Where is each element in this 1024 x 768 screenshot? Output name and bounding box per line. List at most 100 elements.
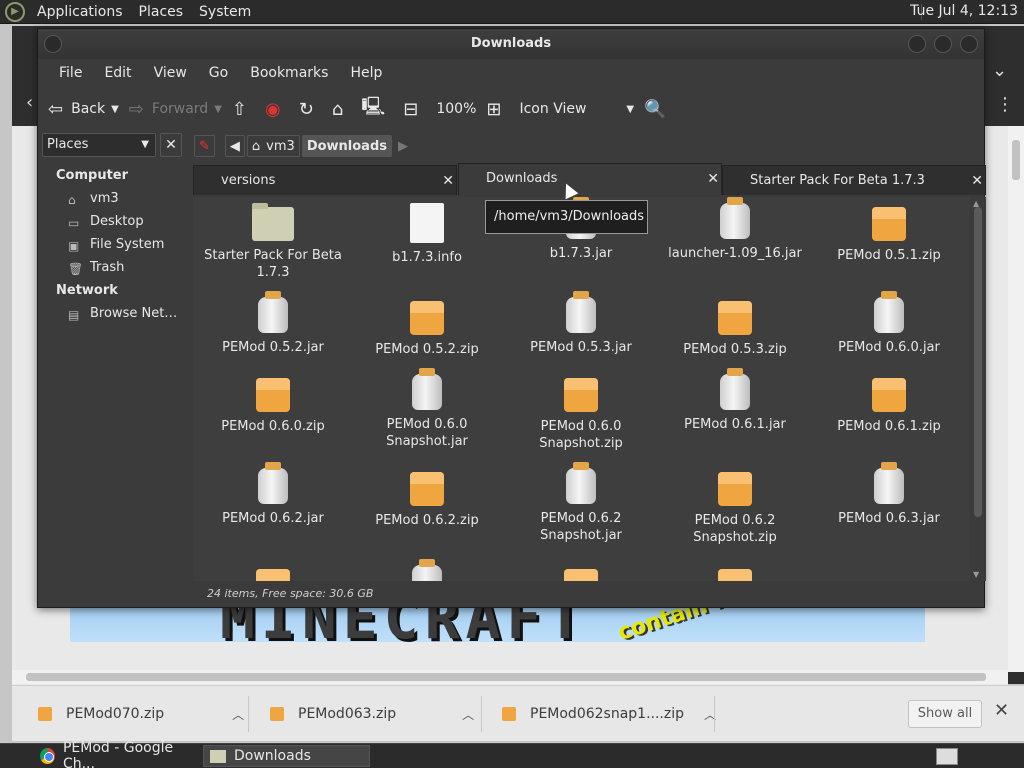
file-item-partial[interactable] [658, 569, 812, 581]
file-item[interactable]: b1.7.3.info [350, 203, 504, 266]
search-button[interactable]: 🔍 [644, 99, 674, 120]
clock[interactable]: Tue Jul 4, 12:13 [910, 3, 1018, 19]
file-item[interactable]: PEMod 0.6.0.zip [196, 378, 350, 435]
file-view-scroll-thumb[interactable] [974, 207, 982, 517]
file-item[interactable]: PEMod 0.5.2.zip [350, 301, 504, 358]
file-item[interactable]: PEMod 0.5.2.jar [196, 291, 350, 356]
menu-edit[interactable]: Edit [93, 65, 142, 81]
task-downloads[interactable]: Downloads [203, 745, 370, 767]
zip-archive-icon [410, 301, 444, 335]
browser-horizontal-scrollbar[interactable] [12, 670, 1008, 684]
file-item[interactable]: PEMod 0.6.0 Snapshot.jar [350, 368, 504, 450]
sidebar-type-selector[interactable]: Places ▼ [42, 133, 156, 157]
zip-archive-icon [256, 569, 290, 581]
tab-starter-pack[interactable]: Starter Pack For Beta 1.7.3 ✕ [722, 165, 986, 195]
file-view-scrollbar[interactable]: ▲ ▼ [970, 197, 986, 581]
download-chevron-up-icon[interactable]: ︿ [232, 706, 244, 723]
browser-vertical-scrollbar[interactable] [1008, 126, 1024, 672]
tab-close-icon[interactable]: ✕ [442, 166, 454, 196]
task-chrome[interactable]: PEMod - Google Ch... [34, 740, 200, 768]
sidebar-item-file-system[interactable]: ▣ File System [68, 237, 164, 253]
jar-icon [720, 197, 750, 239]
file-item-partial[interactable] [504, 569, 658, 581]
zoom-in-button[interactable]: ⊞ [486, 99, 509, 120]
maximize-button[interactable] [934, 35, 952, 53]
tab-close-icon[interactable]: ✕ [971, 166, 983, 196]
file-item[interactable]: PEMod 0.5.3.jar [504, 291, 658, 356]
browser-chevron-down-icon[interactable]: ⌄ [992, 60, 1007, 81]
download-item[interactable]: PEMod063.zip ︿ [270, 686, 474, 742]
tab-versions[interactable]: versions ✕ [193, 165, 457, 195]
file-item[interactable]: PEMod 0.6.2 Snapshot.zip [658, 472, 812, 546]
home-button[interactable]: ⌂ [332, 99, 351, 120]
browser-hscroll-thumb[interactable] [26, 673, 986, 681]
file-item[interactable]: PEMod 0.6.1.zip [812, 378, 966, 435]
menu-go[interactable]: Go [198, 65, 239, 81]
distro-logo-icon[interactable]: ▶ [5, 1, 25, 22]
back-history-dropdown-icon[interactable]: ▼ [111, 104, 119, 115]
zoom-level[interactable]: 100% [436, 101, 476, 117]
menu-file[interactable]: File [48, 65, 93, 81]
file-item[interactable]: PEMod 0.5.3.zip [658, 301, 812, 358]
forward-history-dropdown-icon[interactable]: ▼ [214, 104, 222, 115]
file-item[interactable]: launcher-1.09_16.jar [658, 197, 812, 262]
breadcrumb-left-button[interactable]: ◀ [224, 135, 245, 157]
reload-button[interactable]: ↻ [299, 99, 322, 120]
jar-icon [874, 462, 904, 504]
minimize-button[interactable] [908, 35, 926, 53]
file-item[interactable]: Starter Pack For Beta 1.7.3 [196, 203, 350, 281]
file-item-partial[interactable] [350, 559, 504, 581]
sidebar-item-browse-network[interactable]: ▤ Browse Net… [68, 306, 177, 322]
download-chevron-up-icon[interactable]: ︿ [462, 706, 474, 723]
file-item[interactable]: PEMod 0.6.3.jar [812, 462, 966, 527]
breadcrumb-right-button[interactable]: ▶ [394, 135, 413, 157]
scroll-down-icon[interactable]: ▼ [973, 570, 979, 579]
sidebar-item-vm3[interactable]: ⌂ vm3 [68, 191, 119, 207]
places-menu[interactable]: Places [131, 4, 192, 20]
system-menu[interactable]: System [191, 4, 259, 20]
tab-close-icon[interactable]: ✕ [707, 164, 719, 194]
download-item[interactable]: PEMod062snap1....zip ︿ [502, 686, 716, 742]
zip-archive-icon [256, 378, 290, 412]
breadcrumb-downloads[interactable]: Downloads [301, 135, 393, 157]
file-item[interactable]: PEMod 0.6.1.jar [658, 368, 812, 433]
file-item[interactable]: PEMod 0.6.2 Snapshot.jar [504, 462, 658, 544]
home-folder-icon: ⌂ [251, 138, 261, 154]
close-button[interactable] [960, 35, 978, 53]
file-view[interactable]: Starter Pack For Beta 1.7.3 b1.7.3.info … [193, 197, 986, 581]
computer-button[interactable]: 🖳 [361, 94, 393, 124]
shelf-close-icon[interactable]: ✕ [994, 700, 1009, 721]
window-menu-button[interactable] [44, 35, 62, 53]
file-item[interactable]: PEMod 0.6.0 Snapshot.zip [504, 378, 658, 452]
back-button[interactable]: ⇦ Back ▼ [48, 99, 119, 120]
stop-button[interactable]: ◉ [265, 99, 289, 120]
menu-help[interactable]: Help [339, 65, 393, 81]
view-mode-select[interactable]: Icon View ▼ [519, 101, 634, 117]
search-icon: 🔍 [644, 98, 667, 120]
file-item-partial[interactable] [196, 569, 350, 581]
up-button[interactable]: ⇧ [232, 99, 255, 120]
file-item[interactable]: PEMod 0.6.0.jar [812, 291, 966, 356]
sidebar-item-desktop[interactable]: ▭ Desktop [68, 214, 144, 230]
file-item[interactable]: PEMod 0.5.1.zip [812, 207, 966, 264]
breadcrumb-vm3[interactable]: ⌂ vm3 [246, 135, 300, 157]
sidebar-close-button[interactable]: ✕ [160, 133, 182, 157]
zip-file-icon [270, 707, 284, 721]
zoom-out-button[interactable]: ⊟ [403, 99, 426, 120]
sidebar-item-trash[interactable]: 🗑 Trash [68, 260, 124, 276]
file-item[interactable]: PEMod 0.6.2.jar [196, 462, 350, 527]
menu-bookmarks[interactable]: Bookmarks [239, 65, 339, 81]
show-all-button[interactable]: Show all [908, 700, 982, 728]
window-titlebar[interactable]: Downloads [38, 29, 984, 59]
browser-scroll-thumb[interactable] [1012, 140, 1020, 180]
forward-button[interactable]: ⇨ Forward ▼ [129, 99, 222, 120]
tab-downloads[interactable]: Downloads ✕ [458, 163, 722, 195]
download-item[interactable]: PEMod070.zip ︿ [38, 686, 244, 742]
applications-menu[interactable]: Applications [29, 4, 131, 20]
file-item[interactable]: PEMod 0.6.2.zip [350, 472, 504, 529]
browser-menu-icon[interactable]: ⋮ [996, 94, 1014, 115]
browser-back-icon[interactable]: ‹ [26, 92, 33, 113]
workspace-switcher[interactable] [936, 748, 958, 765]
menu-view[interactable]: View [143, 65, 198, 81]
edit-location-button[interactable]: ✎ [194, 135, 215, 157]
